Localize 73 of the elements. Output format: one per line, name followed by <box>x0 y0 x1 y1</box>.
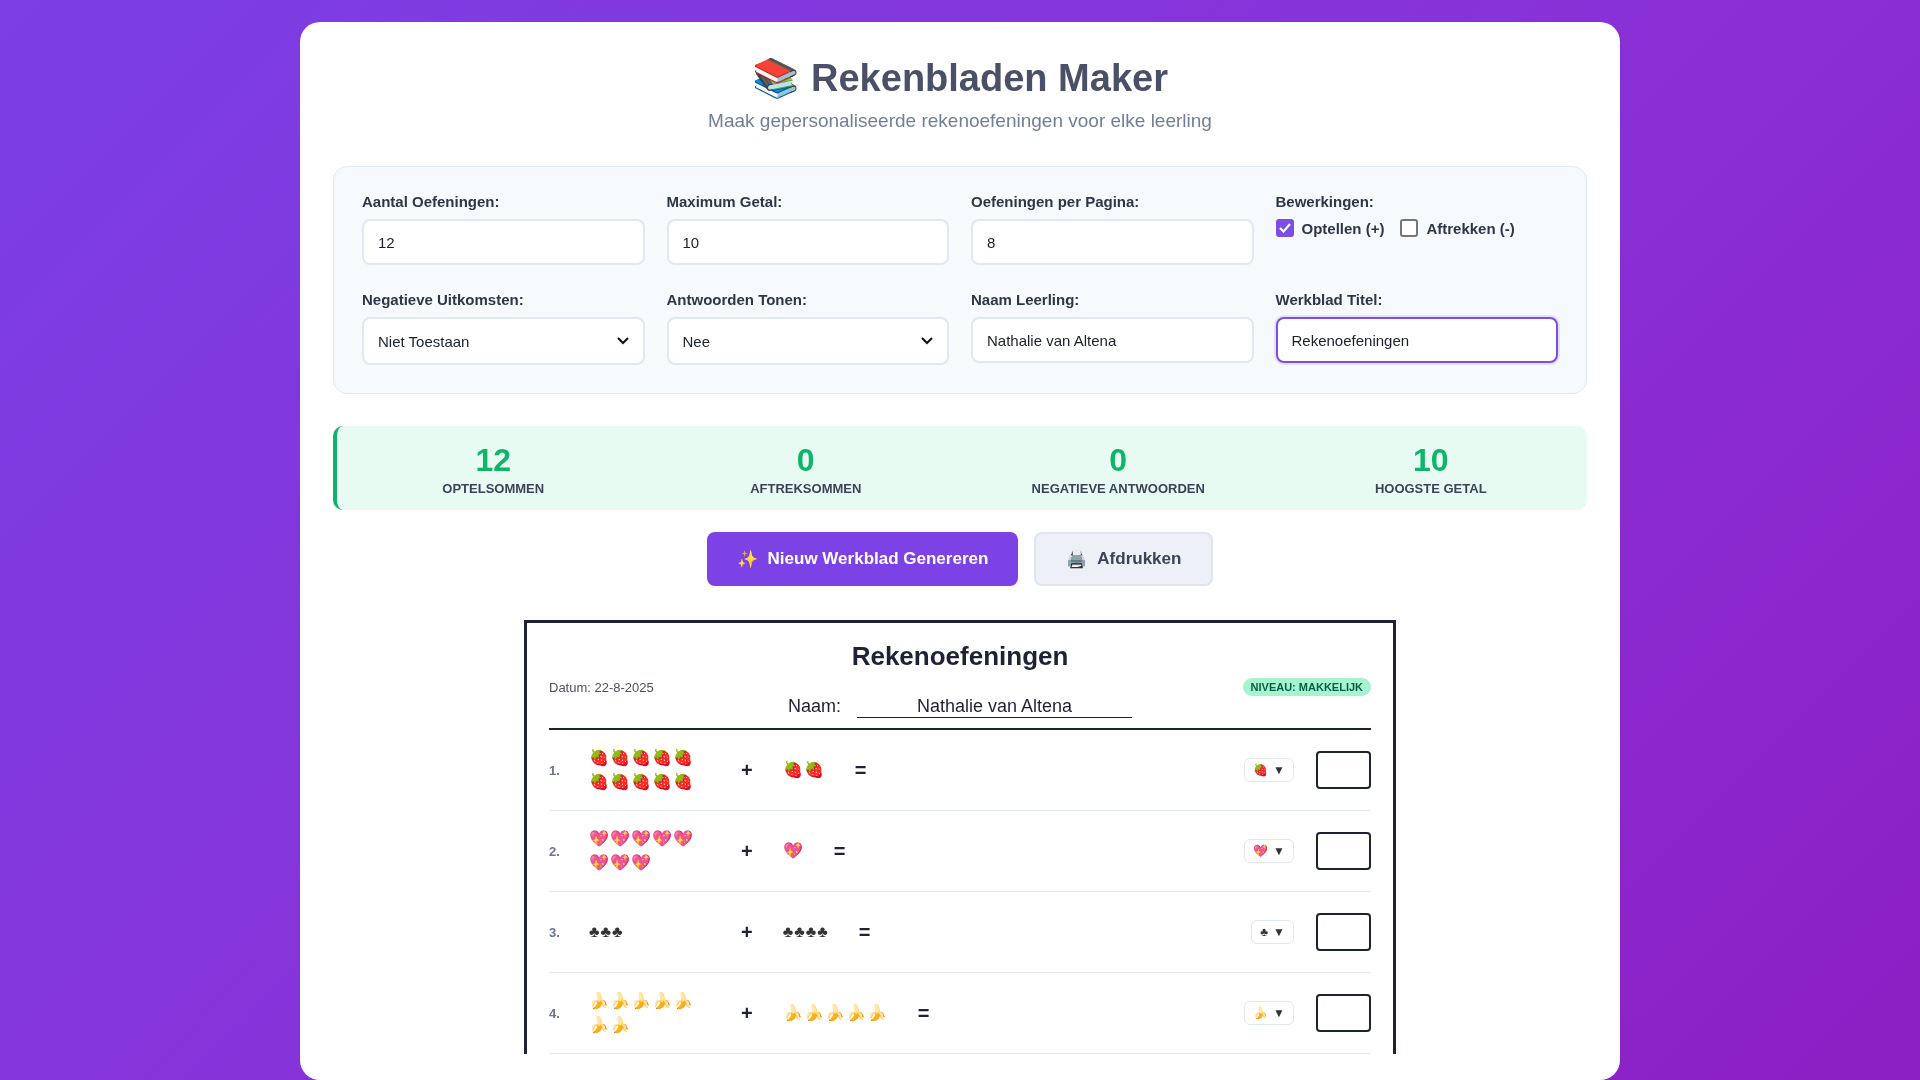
emoji-group: 🍌🍌🍌🍌🍌🍌🍌 <box>589 989 711 1037</box>
caret-icon: ▼ <box>1273 1006 1285 1020</box>
text-field[interactable]: 8 <box>971 219 1254 265</box>
stat-label: HOOGSTE GETAL <box>1374 481 1487 496</box>
field-label: Negatieve Uitkomsten: <box>362 291 525 308</box>
stat-value: 0 <box>796 442 815 479</box>
caret-icon: ▼ <box>1273 844 1285 858</box>
name-label: Naam: <box>788 696 841 717</box>
text-field[interactable]: Nathalie van Altena <box>971 317 1254 363</box>
printer-icon: 🖨 <box>1066 548 1088 570</box>
dropdown-field[interactable]: Niet Toestaan <box>362 317 645 365</box>
level-badge: NIVEAU: MAKKELIJK <box>1242 678 1371 696</box>
symbol-picker[interactable]: 🍌 ▼ <box>1244 1001 1294 1025</box>
field-label: Bewerkingen: <box>1275 193 1375 210</box>
symbol-picker[interactable]: ♣ ▼ <box>1251 920 1294 944</box>
field-label: Oefeningen per Pagina: <box>971 193 1141 210</box>
equals-sign: = <box>833 839 846 863</box>
field-label: Aantal Oefeningen: <box>362 193 501 210</box>
plus-sign: + <box>741 920 753 944</box>
text-field[interactable]: Rekenoefeningen <box>1275 317 1558 363</box>
field-label: Werkblad Titel: <box>1275 291 1384 308</box>
emoji-group: 💖💖💖💖💖💖💖💖 <box>589 827 711 875</box>
dropdown-field[interactable]: Nee <box>666 317 949 365</box>
print-button[interactable]: 🖨 Afdrukken <box>1034 532 1214 586</box>
answer-box[interactable] <box>1316 751 1371 789</box>
checkbox-label[interactable]: Aftrekken (-) <box>1426 219 1515 237</box>
plus-sign: + <box>741 1001 753 1025</box>
chevron-down-icon <box>616 337 629 345</box>
equals-sign: = <box>854 758 867 782</box>
chevron-down-icon <box>921 337 933 345</box>
name-value: Nathalie van Altena <box>857 696 1132 718</box>
symbol-picker[interactable]: 🍓 ▼ <box>1244 758 1294 782</box>
sparkles-icon: ✨ <box>736 548 758 570</box>
stat-label: AFTREKSOMMEN <box>750 481 862 496</box>
answer-box[interactable] <box>1316 832 1371 870</box>
answer-box[interactable] <box>1316 994 1371 1032</box>
plus-sign: + <box>741 839 753 863</box>
checkbox-label[interactable]: Optellen (+) <box>1301 219 1385 237</box>
stat-value: 0 <box>1109 442 1128 479</box>
equals-sign: = <box>858 920 871 944</box>
text-field[interactable]: 12 <box>362 219 645 265</box>
emoji-group: ♣♣♣♣ <box>782 920 829 944</box>
answer-box[interactable] <box>1316 913 1371 951</box>
problem-number: 4. <box>549 1005 561 1021</box>
date-text: Datum: 22-8-2025 <box>549 679 654 695</box>
field-label: Antwoorden Tonen: <box>666 291 809 308</box>
caret-icon: ▼ <box>1273 763 1285 777</box>
worksheet-title: Rekenoefeningen <box>850 641 1070 672</box>
stat-label: OPTELSOMMEN <box>442 481 545 496</box>
emoji-group: 🍓🍓 <box>782 758 825 782</box>
problem-number: 3. <box>549 924 561 940</box>
problem-number: 2. <box>549 843 561 859</box>
problem-number: 1. <box>549 762 561 778</box>
symbol-picker[interactable]: 💖 ▼ <box>1244 839 1294 863</box>
field-label: Maximum Getal: <box>666 193 784 210</box>
caret-icon: ▼ <box>1273 925 1285 939</box>
emoji-group: 🍓🍓🍓🍓🍓🍓🍓🍓🍓🍓 <box>589 746 711 794</box>
text-field[interactable]: 10 <box>666 219 949 265</box>
equals-sign: = <box>917 1001 930 1025</box>
books-icon: 📚 <box>752 56 800 100</box>
emoji-group: 🍌🍌🍌🍌🍌 <box>782 1001 888 1025</box>
stat-label: NEGATIEVE ANTWOORDEN <box>1031 481 1205 496</box>
stat-value: 10 <box>1412 442 1449 479</box>
app-subtitle: Maak gepersonaliseerde rekenoefeningen voor elke leerling <box>707 110 1213 132</box>
checkbox[interactable] <box>1275 219 1294 237</box>
emoji-group: ♣♣♣ <box>589 920 711 944</box>
app-title: Rekenbladen Maker <box>811 56 1168 100</box>
generate-button[interactable]: ✨ Nieuw Werkblad Genereren <box>706 532 1019 586</box>
emoji-group: 💖 <box>782 839 804 863</box>
plus-sign: + <box>741 758 753 782</box>
stat-value: 12 <box>475 442 512 479</box>
checkbox[interactable] <box>1400 219 1419 237</box>
field-label: Naam Leerling: <box>971 291 1081 308</box>
